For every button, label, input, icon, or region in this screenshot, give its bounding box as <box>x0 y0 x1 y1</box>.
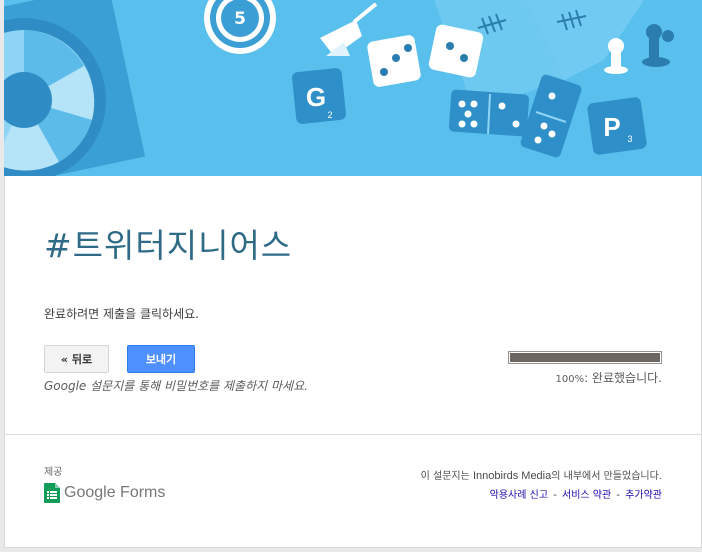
board-game-illustration: 5 G 2 P 3 <box>4 0 674 176</box>
made-by-suffix: 의 내부에서 만들었습니다. <box>551 471 662 482</box>
progress-percent: 100% <box>555 374 585 385</box>
made-by-prefix: 이 설문지는 <box>420 471 473 482</box>
link-separator: - <box>553 490 557 501</box>
progress-status: 100%: 완료했습니다. <box>524 370 662 388</box>
header-banner: 5 G 2 P 3 <box>4 0 702 176</box>
domino-icon <box>448 89 530 137</box>
progress-bar <box>508 351 662 364</box>
tile-g-score: 2 <box>327 110 332 120</box>
tile-p-letter: P <box>603 112 620 142</box>
terms-of-service-link[interactable]: 서비스 약관 <box>562 490 611 501</box>
footer-links: 악용사례 신고 - 서비스 약관 - 추가약관 <box>490 489 662 503</box>
letter-tile-p: P 3 <box>587 97 647 155</box>
tile-p-score: 3 <box>627 134 632 144</box>
form-page: 5 G 2 P 3 #트위터지니어스 완료하려면 제출을 클릭하세요. « 뒤로… <box>4 0 702 548</box>
additional-terms-link[interactable]: 추가약관 <box>625 490 662 501</box>
submit-instruction: 완료하려면 제출을 클릭하세요. <box>44 307 199 321</box>
footer-divider <box>4 434 702 435</box>
back-button[interactable]: « 뒤로 <box>44 345 109 373</box>
google-forms-icon <box>44 483 60 503</box>
chip-number: 5 <box>234 9 246 29</box>
password-warning: Google 설문지를 통해 비밀번호를 제출하지 마세요. <box>44 379 308 393</box>
progress-status-text: : 완료했습니다. <box>584 371 662 385</box>
report-abuse-link[interactable]: 악용사례 신고 <box>490 490 548 501</box>
made-by-org: Innobirds Media <box>472 470 552 482</box>
tile-g-letter: G <box>306 82 326 112</box>
form-title: #트위터지니어스 <box>44 226 293 265</box>
letter-tile-g: G 2 <box>292 68 346 124</box>
progress-fill <box>510 353 660 362</box>
spinner-wheel-icon <box>4 0 146 176</box>
link-separator: - <box>616 490 620 501</box>
made-by-notice: 이 설문지는 Innobirds Media의 내부에서 만들었습니다. <box>421 469 662 484</box>
google-forms-logo[interactable]: Google Forms <box>44 483 165 503</box>
submit-button[interactable]: 보내기 <box>127 345 195 373</box>
google-forms-logo-text: Google Forms <box>64 484 166 501</box>
powered-by-label: 제공 <box>44 467 63 478</box>
poker-chip-icon: 5 <box>204 0 276 54</box>
